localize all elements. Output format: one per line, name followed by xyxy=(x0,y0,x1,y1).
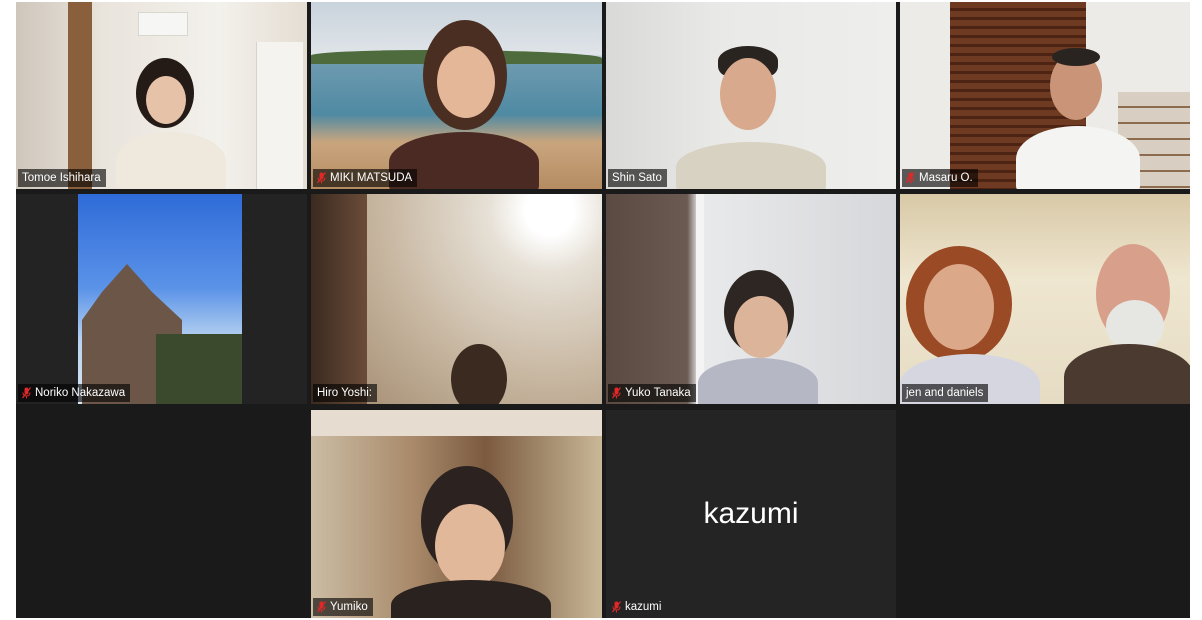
participant-name-label: Noriko Nakazawa xyxy=(18,384,131,402)
mic-muted-icon xyxy=(906,172,915,184)
video-tile-yuko-tanaka[interactable]: Yuko Tanaka xyxy=(606,194,896,404)
mic-muted-icon xyxy=(22,387,31,399)
video-tile-hiro-yoshi[interactable]: Hiro Yoshi: xyxy=(311,194,602,404)
participant-name: Yuko Tanaka xyxy=(625,387,691,399)
mic-muted-icon xyxy=(317,172,326,184)
video-feed xyxy=(16,2,307,189)
video-gallery: Tomoe Ishihara MIKI MATSUDA Shin Sato Ma… xyxy=(16,2,1190,618)
mic-muted-icon xyxy=(612,387,621,399)
video-feed xyxy=(606,194,896,404)
participant-name-label: Yuko Tanaka xyxy=(608,384,696,402)
video-feed xyxy=(311,2,602,189)
participant-name: Masaru O. xyxy=(919,172,973,184)
video-feed xyxy=(900,2,1190,189)
participant-name: Yumiko xyxy=(330,601,368,613)
participant-name-label: Yumiko xyxy=(313,598,373,616)
video-off-name: kazumi xyxy=(703,497,799,530)
video-tile-yumiko[interactable]: Yumiko xyxy=(311,410,602,618)
participant-name-label: Masaru O. xyxy=(902,169,978,187)
video-tile-kazumi[interactable]: kazumi kazumi xyxy=(606,410,896,618)
participant-name: kazumi xyxy=(625,601,662,613)
participant-name: jen and daniels xyxy=(906,387,984,399)
mic-muted-icon xyxy=(612,601,621,613)
video-feed xyxy=(311,410,602,618)
participant-name-label: kazumi xyxy=(608,598,666,616)
video-feed xyxy=(16,194,307,404)
video-feed xyxy=(311,194,602,404)
mic-muted-icon xyxy=(317,601,326,613)
participant-name: Shin Sato xyxy=(612,172,662,184)
participant-name: Noriko Nakazawa xyxy=(35,387,126,399)
video-tile-noriko-nakazawa[interactable]: Noriko Nakazawa xyxy=(16,194,307,404)
participant-name: Hiro Yoshi: xyxy=(317,387,372,399)
participant-name-label: MIKI MATSUDA xyxy=(313,169,418,187)
video-feed xyxy=(900,194,1190,404)
video-tile-jen-and-daniels[interactable]: jen and daniels xyxy=(900,194,1190,404)
video-tile-shin-sato[interactable]: Shin Sato xyxy=(606,2,896,189)
participant-name-label: Tomoe Ishihara xyxy=(18,169,106,187)
participant-name-label: Shin Sato xyxy=(608,169,667,187)
video-tile-tomoe-ishihara[interactable]: Tomoe Ishihara xyxy=(16,2,307,189)
participant-name-label: Hiro Yoshi: xyxy=(313,384,377,402)
participant-name: MIKI MATSUDA xyxy=(330,172,413,184)
video-feed xyxy=(606,2,896,189)
participant-name: Tomoe Ishihara xyxy=(22,172,101,184)
video-tile-miki-matsuda[interactable]: MIKI MATSUDA xyxy=(311,2,602,189)
video-tile-masaru-o[interactable]: Masaru O. xyxy=(900,2,1190,189)
participant-name-label: jen and daniels xyxy=(902,384,989,402)
